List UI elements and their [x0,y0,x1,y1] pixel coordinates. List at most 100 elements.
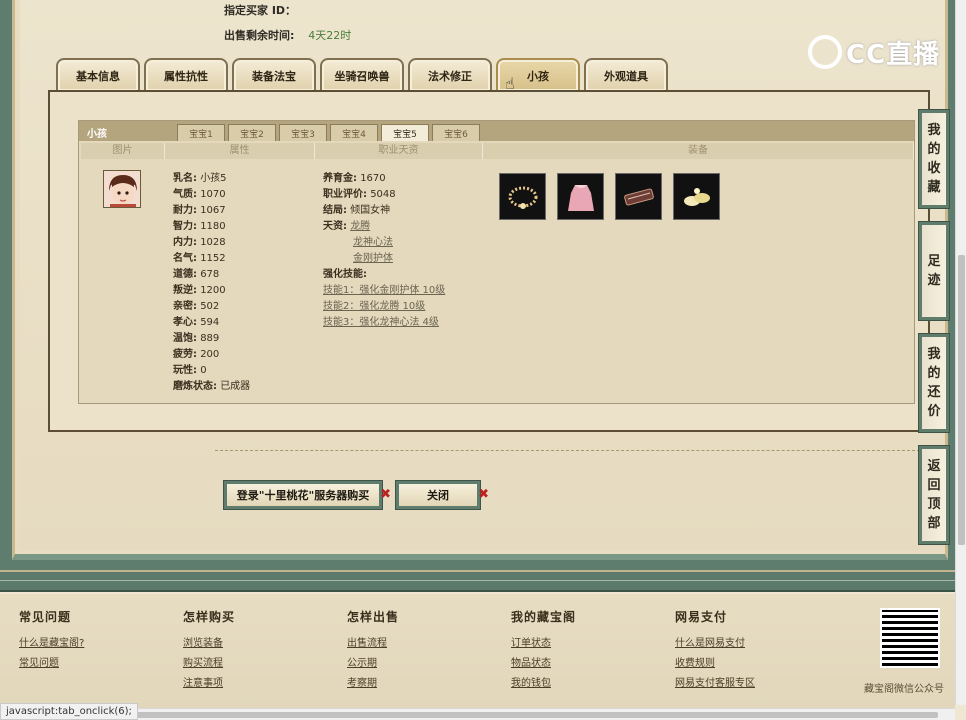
buyer-id-row: 指定买家 ID： [224,2,296,18]
attribute-key: 玩性: [173,365,197,376]
attribute-key: 道德: [173,269,197,280]
talent-link[interactable]: 龙腾 [350,221,370,232]
footer-link[interactable]: 注意事项 [183,674,235,694]
attribute-key: 孝心: [173,317,197,328]
tab-2[interactable]: 装备法宝 [232,58,316,91]
tab-3[interactable]: 坐骑召唤兽 [320,58,404,91]
status-bar: javascript:tab_onclick(6); [0,703,138,720]
main-tabs: 基本信息 属性抗性 装备法宝 坐骑召唤兽 法术修正 小孩 外观道具 [56,58,672,91]
content-panel: 小孩 宝宝1 宝宝2 宝宝3 宝宝4 宝宝5 宝宝6 图片 属性 职业天资 装备 乳名: 小孩5… [48,90,930,432]
footer-link[interactable]: 订单状态 [511,634,576,654]
attribute-key: 内力: [173,237,197,248]
baby-tab-5[interactable]: 宝宝5 [381,124,429,141]
qr-label: 藏宝阁微信公众号 [864,684,944,695]
column-header: 属性 [165,143,315,159]
side-nav-1[interactable]: 足迹 [919,222,949,320]
column-headers: 图片 属性 职业天资 装备 [81,143,914,159]
footer-link[interactable]: 出售流程 [347,634,399,654]
close-mark-icon: ✖ [380,487,391,502]
tab-6[interactable]: 外观道具 [584,58,668,91]
side-nav-char: 还 [927,385,941,400]
baby-tabs: 宝宝1 宝宝2 宝宝3 宝宝4 宝宝5 宝宝6 [177,124,483,141]
side-nav-3[interactable]: 返回顶部 [919,446,949,544]
side-nav-2[interactable]: 我的还价 [919,334,949,432]
attribute-key: 疲劳: [173,349,197,360]
logo-text: CC直播 [846,39,941,70]
footer-column: 我的藏宝阁订单状态 物品状态 我的钱包 [511,608,576,694]
clothes-icon[interactable] [557,173,604,220]
attribute-row: 亲密: 502 [173,299,250,315]
footer-link[interactable]: 网易支付客服专区 [675,674,755,694]
baby-tab-4[interactable]: 宝宝4 [330,124,378,141]
side-nav-char: 足 [927,254,941,269]
close-button[interactable]: 关闭 ✖ [396,481,489,509]
attribute-value: 1180 [200,221,226,232]
footer-column: 常见问题 什么是藏宝阁? 常见问题 [19,608,84,674]
footer-column-title: 网易支付 [675,610,728,624]
side-nav-0[interactable]: 我的收藏 [919,110,949,208]
baby-tab-1[interactable]: 宝宝1 [177,124,225,141]
weapon-icon[interactable] [615,173,662,220]
scrollbar-thumb[interactable] [118,712,938,718]
attribute-value: 502 [200,301,220,312]
attribute-value: 1067 [200,205,226,216]
attribute-value: 1200 [200,285,226,296]
attribute-key: 名气: [173,253,197,264]
side-nav-char: 的 [927,366,941,381]
footer-link[interactable]: 物品状态 [511,654,576,674]
attribute-row: 气质: 1070 [173,187,250,203]
attribute-row: 温饱: 889 [173,331,250,347]
baby-tab-2[interactable]: 宝宝2 [228,124,276,141]
attribute-row: 内力: 1028 [173,235,250,251]
column-header: 图片 [81,143,165,159]
skill-link[interactable]: 技能1：强化金刚护体 10级 [323,285,445,296]
footer-link[interactable]: 什么是网易支付 [675,634,755,654]
column-header: 装备 [483,143,914,159]
attribute-key: 气质: [173,189,197,200]
attribute-row: 玩性: 0 [173,363,250,379]
attribute-value: 889 [200,333,220,344]
footer-column-title: 我的藏宝阁 [511,610,577,624]
side-nav-char: 的 [927,142,941,157]
footer-link[interactable]: 购买流程 [183,654,235,674]
scrollbar-thumb[interactable] [958,255,965,545]
buy-server-button[interactable]: 登录"十里桃花"服务器购买 ✖ [224,481,391,509]
side-nav-char: 收 [927,161,941,176]
footer-link[interactable]: 什么是藏宝阁? [19,634,84,654]
attribute-value: 678 [200,269,220,280]
side-nav-char: 顶 [927,497,941,512]
ending-value: 倾国女神 [350,205,391,216]
tab-4[interactable]: 法术修正 [408,58,492,91]
time-remaining-row: 出售剩余时间: 4天22时 [224,27,351,43]
talent-link[interactable]: 金刚护体 [353,253,393,264]
horizontal-scrollbar[interactable] [0,708,955,720]
shoes-icon[interactable] [673,173,720,220]
footer-column: 网易支付什么是网易支付 收费规则 网易支付客服专区 [675,608,755,694]
necklace-icon[interactable] [499,173,546,220]
vertical-scrollbar[interactable] [955,0,966,705]
child-panel-title: 小孩 [87,129,107,140]
attribute-key: 乳名: [173,173,197,184]
footer-link[interactable]: 浏览装备 [183,634,235,654]
footer-link[interactable]: 收费规则 [675,654,755,674]
attribute-value: 594 [200,317,220,328]
footer-link[interactable]: 常见问题 [19,654,84,674]
skill-link[interactable]: 技能2：强化龙腾 10级 [323,301,425,312]
attribute-value: 小孩5 [200,173,227,184]
side-nav-char: 我 [927,347,941,362]
attribute-value: 1028 [200,237,226,248]
talent-link[interactable]: 龙神心法 [353,237,393,248]
attribute-key: 耐力: [173,205,197,216]
footer-link[interactable]: 我的钱包 [511,674,576,694]
buyer-id-label: 指定买家 ID： [224,4,297,17]
baby-tab-6[interactable]: 宝宝6 [432,124,480,141]
raise-value: 1670 [360,173,386,184]
baby-tab-3[interactable]: 宝宝3 [279,124,327,141]
footer: 常见问题 什么是藏宝阁? 常见问题 怎样购买 浏览装备 购买流程 注意事项 怎样出售 出售流程公… [0,594,955,708]
skill-link[interactable]: 技能3：强化龙神心法 4级 [323,317,439,328]
tab-0[interactable]: 基本信息 [56,58,140,91]
tab-1[interactable]: 属性抗性 [144,58,228,91]
time-remaining-value: 4天22时 [308,29,352,42]
footer-link[interactable]: 考察期 [347,674,399,694]
footer-link[interactable]: 公示期 [347,654,399,674]
